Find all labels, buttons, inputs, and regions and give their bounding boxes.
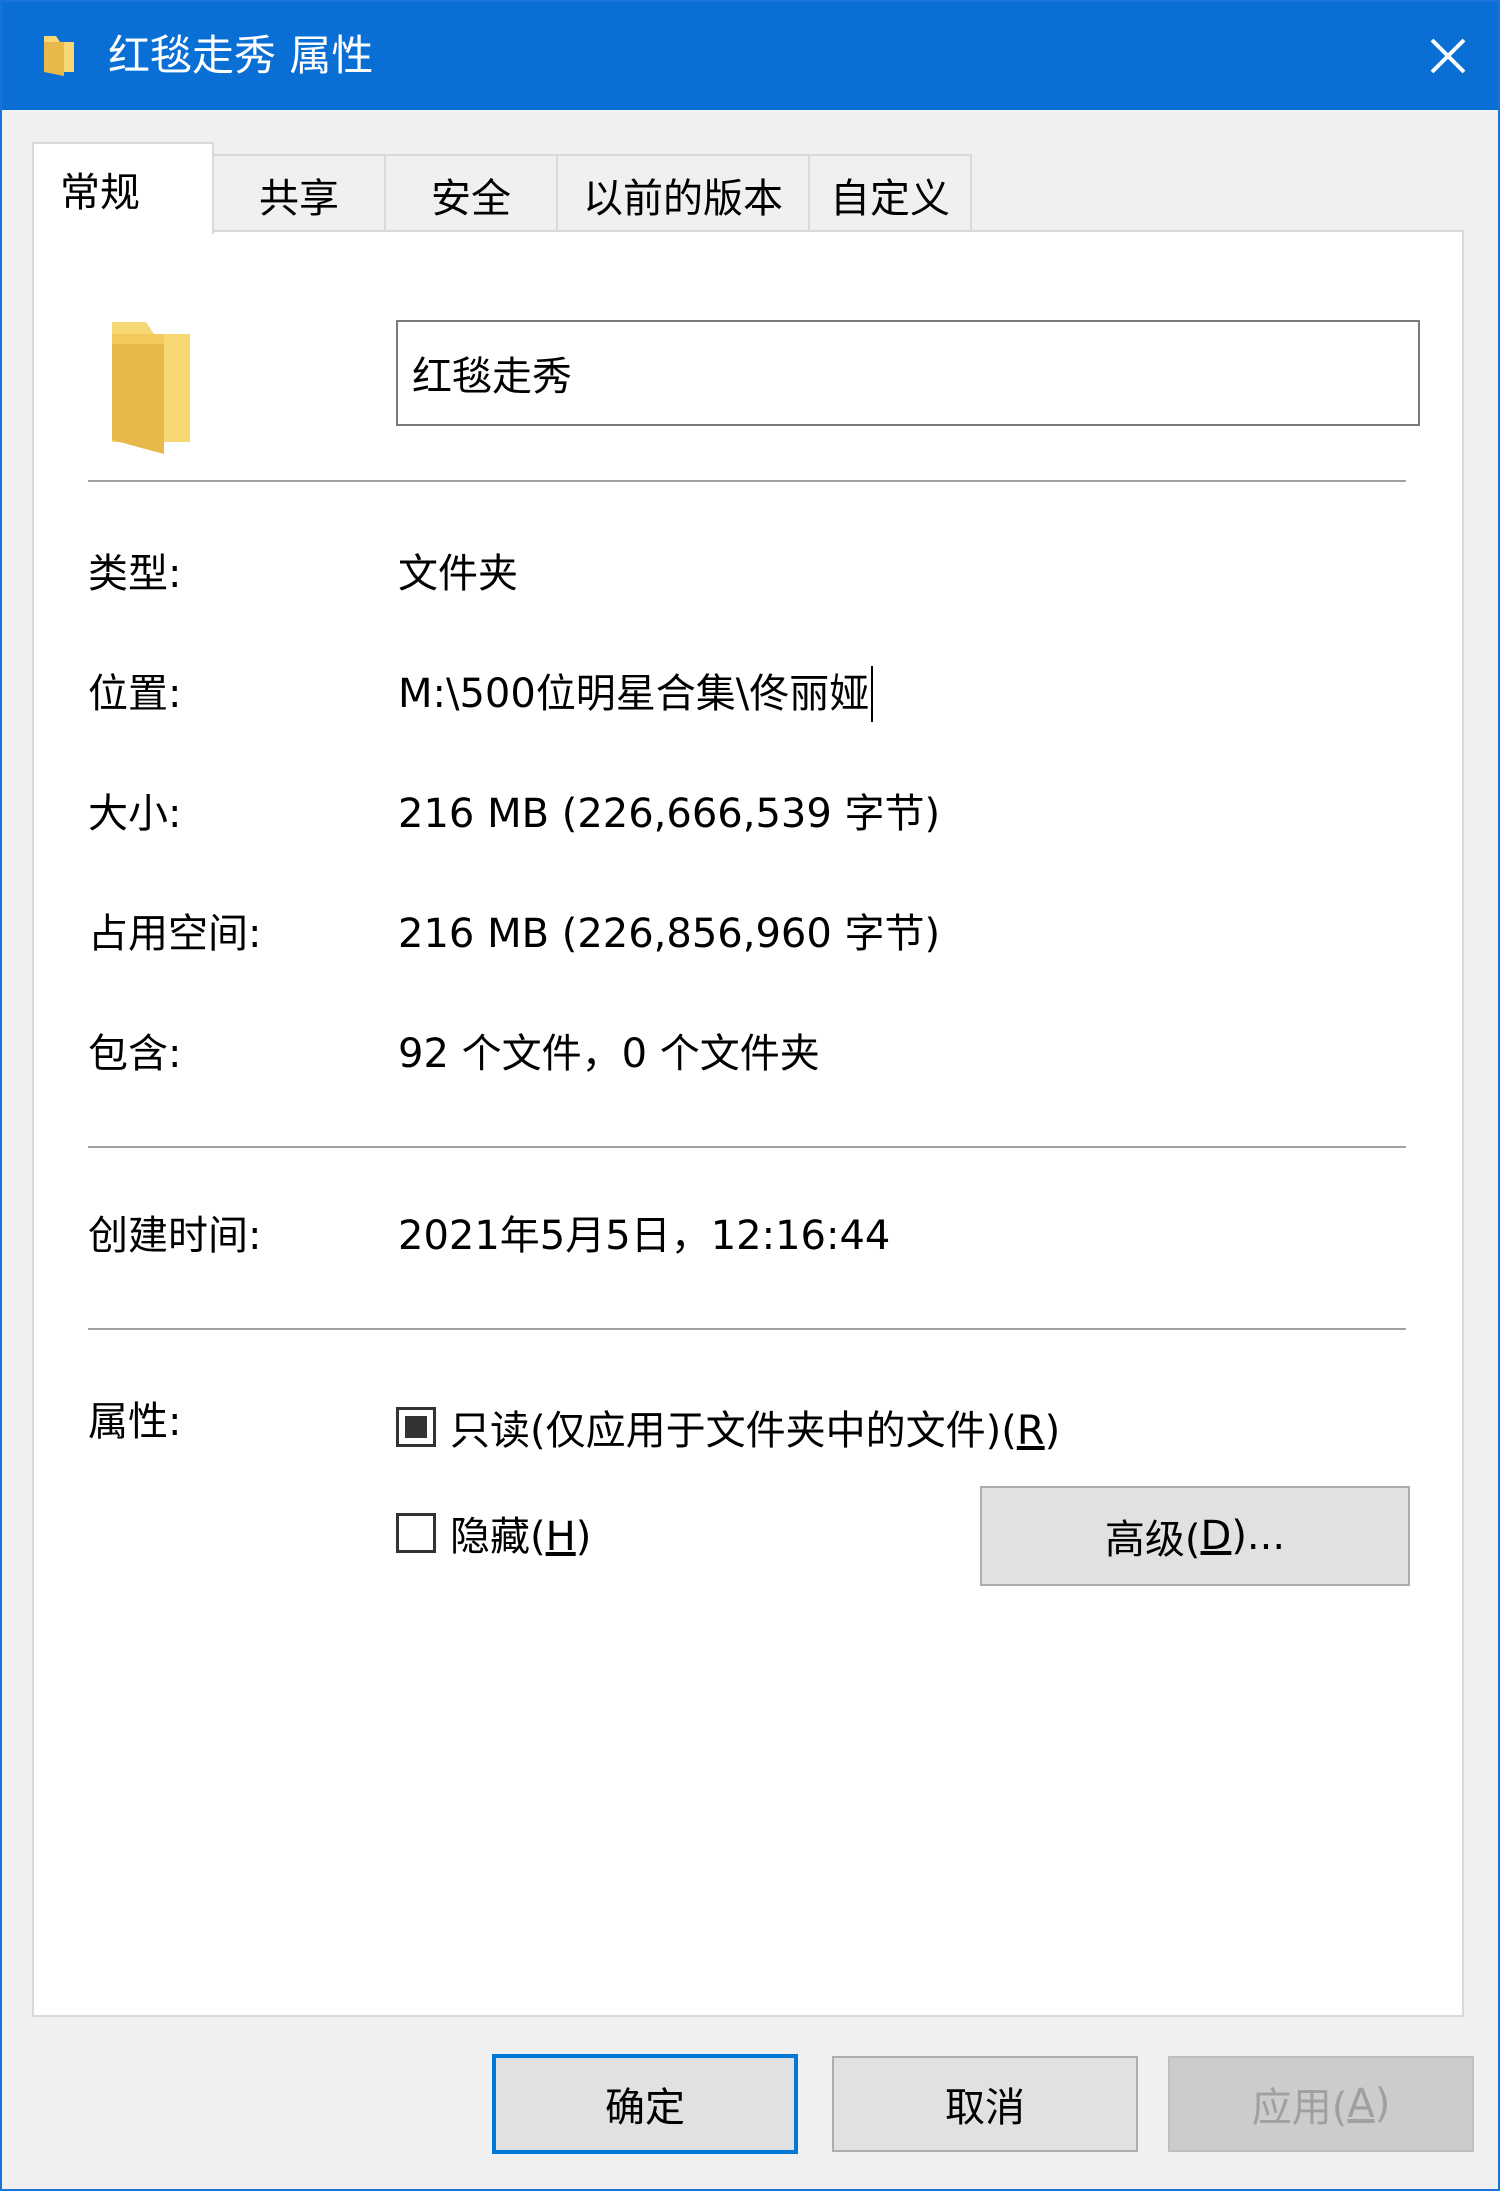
readonly-checkbox[interactable]: 只读(仅应用于文件夹中的文件)(R) [396,1398,1060,1456]
hidden-label: 隐藏(H) [450,1514,592,1560]
divider [88,1146,1406,1148]
close-icon [1430,38,1466,74]
indeterminate-mark [405,1416,427,1438]
text-caret [871,666,874,722]
readonly-label: 只读(仅应用于文件夹中的文件)(R) [450,1408,1061,1454]
readonly-checkbox-box[interactable] [396,1407,436,1447]
folder-name-input[interactable] [396,320,1420,426]
folder-large-icon [112,322,190,454]
location-value[interactable]: M:\500位明星合集\佟丽娅 [398,666,874,722]
tab-previous-versions[interactable]: 以前的版本 [556,154,810,234]
created-label: 创建时间: [88,1213,262,1259]
hidden-checkbox-box[interactable] [396,1513,436,1553]
disk-size-value: 216 MB (226,856,960 字节) [398,911,941,957]
tab-customize[interactable]: 自定义 [808,154,972,234]
advanced-button[interactable]: 高级(D)... [980,1486,1410,1586]
type-value: 文件夹 [398,551,518,597]
created-value: 2021年5月5日，12:16:44 [398,1213,891,1259]
window-title: 红毯走秀 属性 [108,31,374,80]
tab-security[interactable]: 安全 [384,154,558,234]
size-value: 216 MB (226,666,539 字节) [398,791,941,837]
type-label: 类型: [88,551,182,597]
close-button[interactable] [1398,2,1498,110]
divider [88,480,1406,482]
general-panel: 类型: 文件夹 位置: M:\500位明星合集\佟丽娅 大小: 216 MB (… [32,230,1464,2017]
location-text: M:\500位明星合集\佟丽娅 [398,671,870,717]
attributes-label: 属性: [88,1399,182,1445]
title-bar[interactable]: 红毯走秀 属性 [2,2,1498,110]
size-label: 大小: [88,791,182,837]
folder-icon [44,36,74,76]
disk-size-label: 占用空间: [88,911,262,957]
contains-value: 92 个文件，0 个文件夹 [398,1031,820,1077]
tab-sharing[interactable]: 共享 [212,154,386,234]
apply-button: 应用(A) [1168,2056,1474,2152]
location-label: 位置: [88,671,182,717]
divider [88,1328,1406,1330]
hidden-checkbox[interactable]: 隐藏(H) [396,1504,591,1562]
tab-general[interactable]: 常规 [32,142,214,234]
properties-dialog: 红毯走秀 属性 常规 共享 安全 以前的版本 自定义 类型: 文件夹 位置: M… [0,0,1500,2191]
ok-button[interactable]: 确定 [492,2054,798,2154]
cancel-button[interactable]: 取消 [832,2056,1138,2152]
contains-label: 包含: [88,1031,182,1077]
